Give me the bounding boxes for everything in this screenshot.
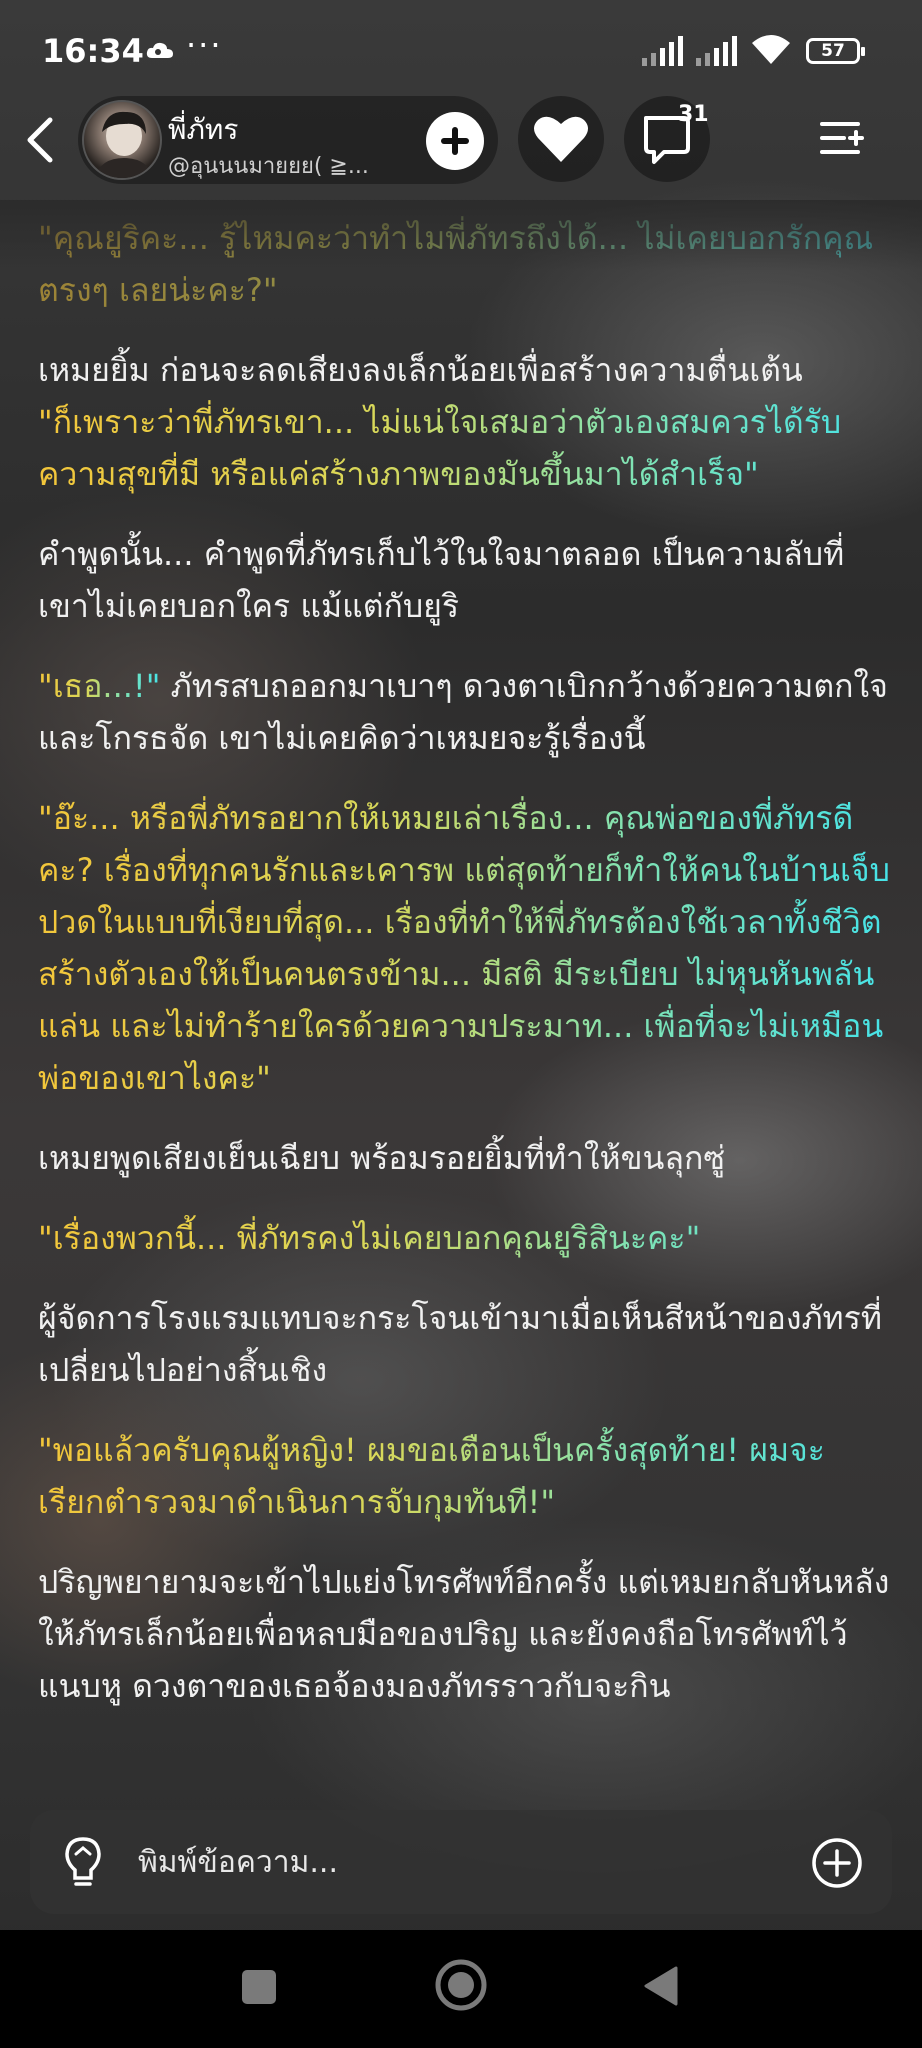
message-bar — [30, 1810, 892, 1914]
status-dots: ··· — [186, 26, 223, 64]
dialogue-paragraph: "เรื่องพวกนี้... พี่ภัทรคงไม่เคยบอกคุณยู… — [38, 1212, 890, 1264]
cloud-icon — [146, 42, 173, 58]
avatar[interactable] — [82, 100, 162, 180]
chapter-list-icon[interactable] — [818, 114, 868, 164]
narration-paragraph: เหมยยิ้ม ก่อนจะลดเสียงลงเล็กน้อยเพื่อสร้… — [38, 351, 803, 389]
signal-icon — [642, 36, 686, 66]
dialogue-paragraph: "คุณยูริคะ... รู้ไหมคะว่าทำไมพี่ภัทรถึงไ… — [38, 212, 890, 316]
system-nav-bar — [0, 1930, 922, 2048]
author-name: พี่ภัทร — [168, 113, 239, 146]
add-circle-icon[interactable] — [810, 1836, 864, 1890]
narration-paragraph: ปริญพยายามจะเข้าไปแย่งโทรศัพท์อีกครั้ง แ… — [38, 1563, 890, 1705]
reader-header: พี่ภัทร @อุนนนมายยย( ≧... 31 — [0, 92, 922, 188]
status-bar: 16:34 ··· 57 — [0, 0, 922, 100]
system-back-button[interactable] — [640, 1964, 680, 2008]
narration-paragraph: เหมยพูดเสียงเย็นเฉียบ พร้อมรอยยิ้มที่ทำใ… — [38, 1139, 726, 1177]
comment-count: 31 — [678, 102, 709, 127]
wifi-icon — [752, 35, 790, 64]
narration-paragraph: คำพูดนั้น... คำพูดที่ภัทรเก็บไว้ในใจมาตล… — [38, 535, 845, 625]
mixed-paragraph: "เธอ...!" ภัทรสบถออกมาเบาๆ ดวงตาเบิกกว้า… — [38, 660, 890, 764]
signal-icon — [696, 36, 740, 66]
narration-paragraph: ผู้จัดการโรงแรมแทบจะกระโจนเข้ามาเมื่อเห็… — [38, 1299, 882, 1389]
back-arrow-icon[interactable] — [18, 114, 68, 166]
author-profile[interactable]: พี่ภัทร @อุนนนมายยย( ≧... — [78, 96, 498, 184]
dialogue-paragraph: "ก็เพราะว่าพี่ภัทรเขา... ไม่แน่ใจเสมอว่า… — [38, 396, 890, 500]
like-button[interactable] — [518, 96, 604, 182]
status-time: 16:34 — [42, 32, 144, 70]
recent-apps-button[interactable] — [242, 1970, 276, 2004]
heart-icon — [534, 116, 588, 162]
avatar-image — [94, 111, 154, 178]
lightbulb-icon[interactable] — [62, 1836, 104, 1890]
dialogue-span: "เธอ...!" — [38, 667, 161, 705]
follow-button[interactable] — [426, 112, 484, 170]
home-button[interactable] — [434, 1958, 488, 2012]
author-handle: @อุนนนมายยย( ≧... — [168, 154, 369, 179]
message-input[interactable] — [138, 1832, 778, 1892]
story-content: "คุณยูริคะ... รู้ไหมคะว่าทำไมพี่ภัทรถึงไ… — [38, 212, 890, 1806]
narration-span: ภัทรสบถออกมาเบาๆ ดวงตาเบิกกว้างด้วยความต… — [38, 667, 888, 757]
dialogue-paragraph: "อ๊ะ... หรือพี่ภัทรอยากให้เหมยเล่าเรื่อง… — [38, 792, 890, 1104]
dialogue-paragraph: "พอแล้วครับคุณผู้หญิง! ผมขอเตือนเป็นครั้… — [38, 1424, 890, 1528]
battery-icon: 57 — [806, 38, 865, 64]
